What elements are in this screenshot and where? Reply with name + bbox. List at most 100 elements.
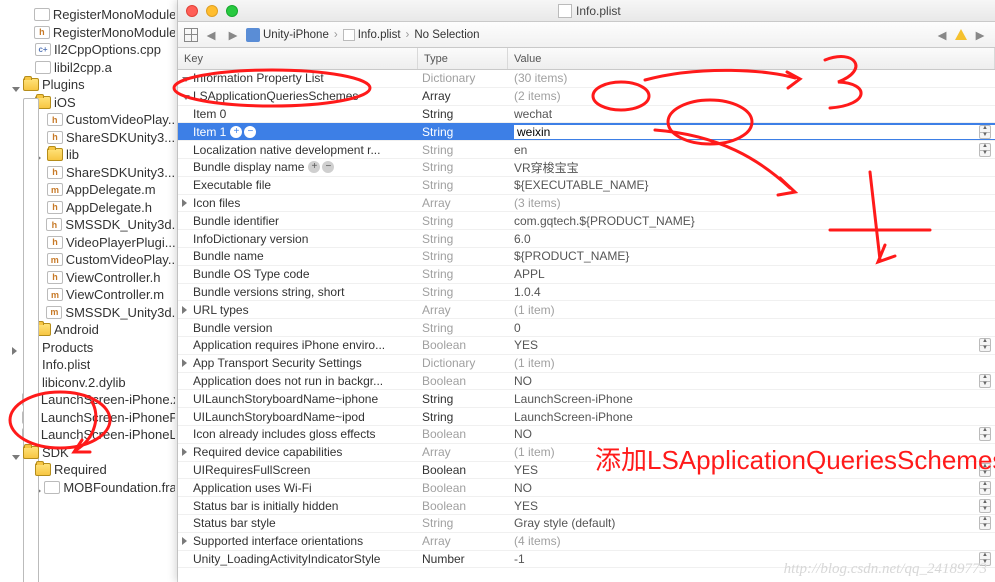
next-issue-button[interactable]: ▶ bbox=[971, 26, 989, 44]
plist-row[interactable]: Item 1+−String▲▼ bbox=[178, 123, 995, 141]
value-cell[interactable]: YES▲▼ bbox=[508, 499, 995, 513]
value-cell[interactable]: (1 item) bbox=[508, 303, 995, 317]
disclosure-triangle-icon[interactable] bbox=[182, 374, 191, 388]
breadcrumb[interactable]: Unity-iPhone › Info.plist › No Selection bbox=[246, 28, 480, 42]
plist-row[interactable]: Status bar is initially hiddenBooleanYES… bbox=[178, 497, 995, 515]
disclosure-triangle-icon[interactable] bbox=[182, 89, 191, 103]
disclosure-triangle-icon[interactable] bbox=[182, 249, 191, 263]
disclosure-triangle-icon[interactable] bbox=[12, 80, 21, 89]
plist-row[interactable]: URL typesArray(1 item) bbox=[178, 301, 995, 319]
back-button[interactable]: ◀ bbox=[202, 26, 220, 44]
plist-row[interactable]: UIRequiresFullScreenBooleanYES▲▼ bbox=[178, 462, 995, 480]
value-cell[interactable]: NO▲▼ bbox=[508, 374, 995, 388]
value-cell[interactable]: 6.0 bbox=[508, 232, 995, 246]
disclosure-triangle-icon[interactable] bbox=[12, 395, 20, 404]
header-value[interactable]: Value bbox=[508, 48, 995, 69]
value-stepper[interactable]: ▲▼ bbox=[979, 463, 991, 477]
value-cell[interactable]: (2 items) bbox=[508, 89, 995, 103]
type-label[interactable]: Boolean bbox=[418, 463, 508, 477]
type-label[interactable]: Boolean bbox=[418, 481, 508, 495]
plist-row[interactable]: Icon already includes gloss effectsBoole… bbox=[178, 426, 995, 444]
disclosure-triangle-icon[interactable] bbox=[182, 303, 191, 317]
type-label[interactable]: String bbox=[418, 214, 508, 228]
disclosure-triangle-icon[interactable] bbox=[182, 71, 191, 85]
type-label[interactable]: String bbox=[418, 516, 508, 530]
type-label[interactable]: Array bbox=[418, 303, 508, 317]
disclosure-triangle-icon[interactable] bbox=[182, 232, 191, 246]
value-cell[interactable]: (4 items) bbox=[508, 534, 995, 548]
disclosure-triangle-icon[interactable] bbox=[12, 413, 20, 422]
disclosure-triangle-icon[interactable] bbox=[182, 356, 191, 370]
disclosure-triangle-icon[interactable] bbox=[182, 392, 191, 406]
plist-row[interactable]: Bundle versions string, shortString1.0.4 bbox=[178, 284, 995, 302]
plist-row[interactable]: InfoDictionary versionString6.0 bbox=[178, 230, 995, 248]
value-cell[interactable]: APPL bbox=[508, 267, 995, 281]
disclosure-triangle-icon[interactable] bbox=[182, 160, 191, 174]
disclosure-triangle-icon[interactable] bbox=[182, 338, 191, 352]
plist-row[interactable]: UILaunchStoryboardName~ipodStringLaunchS… bbox=[178, 408, 995, 426]
plist-row[interactable]: Application does not run in backgr...Boo… bbox=[178, 373, 995, 391]
remove-icon[interactable]: − bbox=[322, 161, 334, 173]
plist-row[interactable]: Bundle nameString${PRODUCT_NAME} bbox=[178, 248, 995, 266]
value-cell[interactable]: ▲▼ bbox=[508, 125, 995, 139]
disclosure-triangle-icon[interactable] bbox=[12, 343, 21, 352]
disclosure-triangle-icon[interactable] bbox=[182, 267, 191, 281]
value-stepper[interactable]: ▲▼ bbox=[979, 516, 991, 530]
project-navigator[interactable]: RegisterMonoModules...hRegisterMonoModul… bbox=[0, 0, 178, 582]
disclosure-triangle-icon[interactable] bbox=[24, 10, 32, 19]
disclosure-triangle-icon[interactable] bbox=[12, 448, 21, 457]
crumb-selection[interactable]: No Selection bbox=[414, 29, 479, 41]
tree-item[interactable]: Plugins bbox=[0, 76, 177, 94]
disclosure-triangle-icon[interactable] bbox=[182, 125, 191, 139]
plist-row[interactable]: UILaunchStoryboardName~iphoneStringLaunc… bbox=[178, 390, 995, 408]
value-cell[interactable]: ${EXECUTABLE_NAME} bbox=[508, 178, 995, 192]
disclosure-triangle-icon[interactable] bbox=[182, 499, 191, 513]
value-stepper[interactable]: ▲▼ bbox=[979, 338, 991, 352]
type-label[interactable]: Array bbox=[418, 89, 508, 103]
plist-row[interactable]: Bundle OS Type codeStringAPPL bbox=[178, 266, 995, 284]
disclosure-triangle-icon[interactable] bbox=[182, 445, 191, 459]
type-label[interactable]: Boolean bbox=[418, 374, 508, 388]
tree-item[interactable]: hRegisterMonoModules... bbox=[0, 24, 177, 42]
tree-item[interactable]: c+Il2CppOptions.cpp bbox=[0, 41, 177, 59]
value-stepper[interactable]: ▲▼ bbox=[979, 427, 991, 441]
type-label[interactable]: String bbox=[418, 267, 508, 281]
warning-icon[interactable] bbox=[955, 29, 967, 40]
type-label[interactable]: String bbox=[418, 249, 508, 263]
value-cell[interactable]: YES▲▼ bbox=[508, 338, 995, 352]
tree-item[interactable]: RegisterMonoModules... bbox=[0, 6, 177, 24]
type-label[interactable]: String bbox=[418, 125, 508, 139]
value-stepper[interactable]: ▲▼ bbox=[979, 143, 991, 157]
disclosure-triangle-icon[interactable] bbox=[182, 481, 191, 495]
disclosure-triangle-icon[interactable] bbox=[182, 321, 191, 335]
disclosure-triangle-icon[interactable] bbox=[12, 378, 21, 387]
add-icon[interactable]: + bbox=[230, 126, 242, 138]
forward-button[interactable]: ▶ bbox=[224, 26, 242, 44]
header-type[interactable]: Type bbox=[418, 48, 508, 69]
plist-row[interactable]: LSApplicationQueriesSchemesArray(2 items… bbox=[178, 88, 995, 106]
value-cell[interactable]: 0 bbox=[508, 321, 995, 335]
disclosure-triangle-icon[interactable] bbox=[24, 45, 33, 54]
plist-row[interactable]: Icon filesArray(3 items) bbox=[178, 195, 995, 213]
value-cell[interactable]: en▲▼ bbox=[508, 143, 995, 157]
value-cell[interactable]: LaunchScreen-iPhone bbox=[508, 410, 995, 424]
plist-row[interactable]: Required device capabilitiesArray(1 item… bbox=[178, 444, 995, 462]
value-cell[interactable]: Gray style (default)▲▼ bbox=[508, 516, 995, 530]
jump-bar[interactable]: ◀ ▶ Unity-iPhone › Info.plist › No Selec… bbox=[178, 22, 995, 48]
type-label[interactable]: String bbox=[418, 285, 508, 299]
close-icon[interactable] bbox=[186, 5, 198, 17]
type-label[interactable]: Dictionary bbox=[418, 71, 508, 85]
plist-row[interactable]: Item 0Stringwechat bbox=[178, 106, 995, 124]
disclosure-triangle-icon[interactable] bbox=[182, 196, 191, 210]
disclosure-triangle-icon[interactable] bbox=[182, 534, 191, 548]
value-stepper[interactable]: ▲▼ bbox=[979, 499, 991, 513]
header-key[interactable]: Key bbox=[178, 48, 418, 69]
type-label[interactable]: String bbox=[418, 392, 508, 406]
tree-item[interactable]: libil2cpp.a bbox=[0, 59, 177, 77]
plist-row[interactable]: Localization native development r...Stri… bbox=[178, 141, 995, 159]
type-label[interactable]: String bbox=[418, 160, 508, 174]
value-input[interactable] bbox=[514, 125, 995, 139]
disclosure-triangle-icon[interactable] bbox=[182, 214, 191, 228]
crumb-project[interactable]: Unity-iPhone bbox=[263, 29, 329, 41]
plist-row[interactable]: Executable fileString${EXECUTABLE_NAME} bbox=[178, 177, 995, 195]
